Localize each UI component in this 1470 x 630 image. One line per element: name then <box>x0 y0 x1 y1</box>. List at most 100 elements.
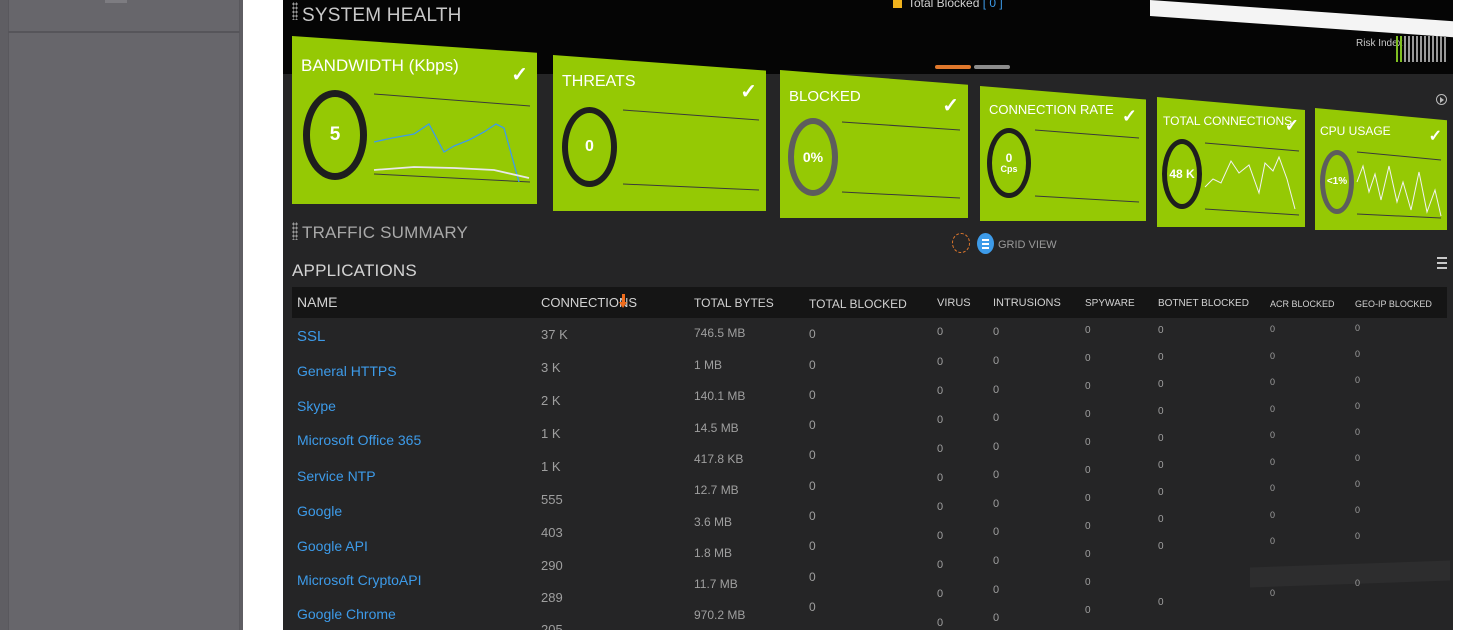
spyware-cell: 0 <box>1085 577 1091 588</box>
acr-blocked-cell: 0 <box>1270 536 1276 546</box>
virus-cell: 0 <box>937 617 944 629</box>
grid-view-label[interactable]: GRID VIEW <box>998 239 1057 251</box>
total-bytes-cell: 1.8 MB <box>694 546 733 560</box>
app-name-link[interactable]: SSL <box>297 328 325 345</box>
spyware-cell: 0 <box>1085 437 1091 448</box>
blocked-card[interactable]: BLOCKED ✓ 0% <box>780 70 968 218</box>
total-blocked-cell: 0 <box>809 600 816 614</box>
card-title: BLOCKED <box>789 88 861 105</box>
total-blocked-cell: 0 <box>809 388 816 402</box>
cpu-usage-card[interactable]: CPU USAGE ✓ <1% <box>1315 108 1447 230</box>
column-header-acr-blocked[interactable]: ACR BLOCKED <box>1270 299 1335 309</box>
table-menu-icon[interactable] <box>1437 257 1447 271</box>
connection-rate-value: 0 <box>1005 150 1013 165</box>
risk-index-meter <box>1396 36 1448 62</box>
app-name-link[interactable]: General HTTPS <box>297 363 397 379</box>
intrusions-cell: 0 <box>993 384 1000 396</box>
total-blocked-cell: 0 <box>809 539 816 553</box>
total-blocked-cell: 0 <box>809 418 816 432</box>
botnet-blocked-cell: 0 <box>1158 514 1164 525</box>
threats-card[interactable]: THREATS ✓ 0 <box>553 55 766 211</box>
cpu-usage-sparkline <box>1356 151 1442 219</box>
column-header-intrusions[interactable]: INTRUSIONS <box>993 297 1061 309</box>
legend-swatch <box>893 0 902 9</box>
legend-count: [ 0 ] <box>982 0 1003 10</box>
total-blocked-cell: 0 <box>809 479 816 493</box>
spyware-cell: 0 <box>1085 605 1091 616</box>
column-header-geoip-blocked[interactable]: GEO-IP BLOCKED <box>1355 299 1432 309</box>
intrusions-cell: 0 <box>993 469 1000 481</box>
column-header-total-blocked[interactable]: TOTAL BLOCKED <box>809 297 907 311</box>
connections-cell: 37 K <box>541 327 568 342</box>
blocked-sparkline <box>841 121 961 199</box>
bandwidth-card[interactable]: BANDWIDTH (Kbps) ✓ 5 <box>292 36 537 204</box>
virus-cell: 0 <box>937 356 944 368</box>
right-bezel <box>1453 0 1470 630</box>
page-indicator[interactable] <box>974 65 1010 69</box>
total-bytes-cell: 970.2 MB <box>694 608 746 622</box>
system-health-title: SYSTEM HEALTH <box>302 5 462 26</box>
virus-cell: 0 <box>937 530 944 542</box>
column-header-botnet-blocked[interactable]: BOTNET BLOCKED <box>1158 298 1249 309</box>
app-name-link[interactable]: Google <box>297 503 342 519</box>
collapse-icon[interactable] <box>1436 94 1447 105</box>
card-title: THREATS <box>562 73 636 90</box>
geoip-blocked-cell: 0 <box>1355 578 1361 588</box>
virus-cell: 0 <box>937 326 944 338</box>
geoip-blocked-cell: 0 <box>1355 323 1361 333</box>
app-name-link[interactable]: Service NTP <box>297 468 376 484</box>
bandwidth-sparkline <box>373 93 531 183</box>
geoip-blocked-cell: 0 <box>1355 531 1361 541</box>
bandwidth-value: 5 <box>329 124 341 146</box>
drag-handle-icon[interactable] <box>292 222 298 240</box>
geoip-blocked-cell: 0 <box>1355 427 1361 437</box>
threats-sparkline <box>622 109 760 191</box>
chart-view-icon[interactable] <box>952 233 970 253</box>
legend-label: Total Blocked <box>908 0 980 10</box>
check-icon: ✓ <box>1428 128 1442 145</box>
connection-rate-unit: Cps <box>1000 163 1018 174</box>
virus-cell: 0 <box>937 559 944 571</box>
column-header-virus[interactable]: VIRUS <box>937 297 971 309</box>
acr-blocked-cell: 0 <box>1270 324 1276 334</box>
traffic-summary-title: TRAFFIC SUMMARY <box>302 223 469 242</box>
drag-handle-icon[interactable] <box>292 2 298 20</box>
page-indicator-active[interactable] <box>935 65 971 69</box>
grid-view-icon[interactable] <box>977 233 994 254</box>
app-name-link[interactable]: Microsoft Office 365 <box>297 432 421 448</box>
total-bytes-cell: 746.5 MB <box>694 326 746 340</box>
total-blocked-cell: 0 <box>809 448 816 462</box>
connections-cell: 205 <box>541 622 563 630</box>
geoip-blocked-cell: 0 <box>1355 401 1361 411</box>
connection-rate-card[interactable]: CONNECTION RATE ✓ 0 Cps <box>980 86 1146 221</box>
intrusions-cell: 0 <box>993 612 1000 624</box>
card-title: TOTAL CONNECTIONS <box>1163 114 1293 128</box>
column-header-spyware[interactable]: SPYWARE <box>1085 298 1135 309</box>
virus-cell: 0 <box>937 385 944 397</box>
app-name-link[interactable]: Google Chrome <box>297 606 396 622</box>
acr-blocked-cell: 0 <box>1270 483 1276 493</box>
geoip-blocked-cell: 0 <box>1355 375 1361 385</box>
botnet-blocked-cell: 0 <box>1158 487 1164 498</box>
spyware-cell: 0 <box>1085 493 1091 504</box>
virus-cell: 0 <box>937 414 944 426</box>
sidebar-item[interactable] <box>105 0 127 3</box>
intrusions-cell: 0 <box>993 412 1000 424</box>
column-header-name[interactable]: NAME <box>297 294 337 310</box>
cpu-usage-value: <1% <box>1326 175 1348 187</box>
connections-cell: 555 <box>541 492 563 507</box>
check-icon: ✓ <box>942 95 959 117</box>
app-name-link[interactable]: Google API <box>297 538 368 554</box>
spyware-cell: 0 <box>1085 465 1091 476</box>
column-header-total-bytes[interactable]: TOTAL BYTES <box>694 296 774 310</box>
acr-blocked-cell: 0 <box>1270 404 1276 414</box>
app-name-link[interactable]: Skype <box>297 398 336 414</box>
acr-blocked-cell: 0 <box>1270 430 1276 440</box>
sort-descending-icon[interactable] <box>619 294 629 309</box>
connections-cell: 403 <box>541 525 563 540</box>
left-sidebar <box>0 0 243 630</box>
app-name-link[interactable]: Microsoft CryptoAPI <box>297 572 421 588</box>
total-connections-card[interactable]: TOTAL CONNECTIONS ✓ 48 K <box>1157 97 1305 227</box>
botnet-blocked-cell: 0 <box>1158 352 1164 363</box>
botnet-blocked-cell: 0 <box>1158 406 1164 417</box>
